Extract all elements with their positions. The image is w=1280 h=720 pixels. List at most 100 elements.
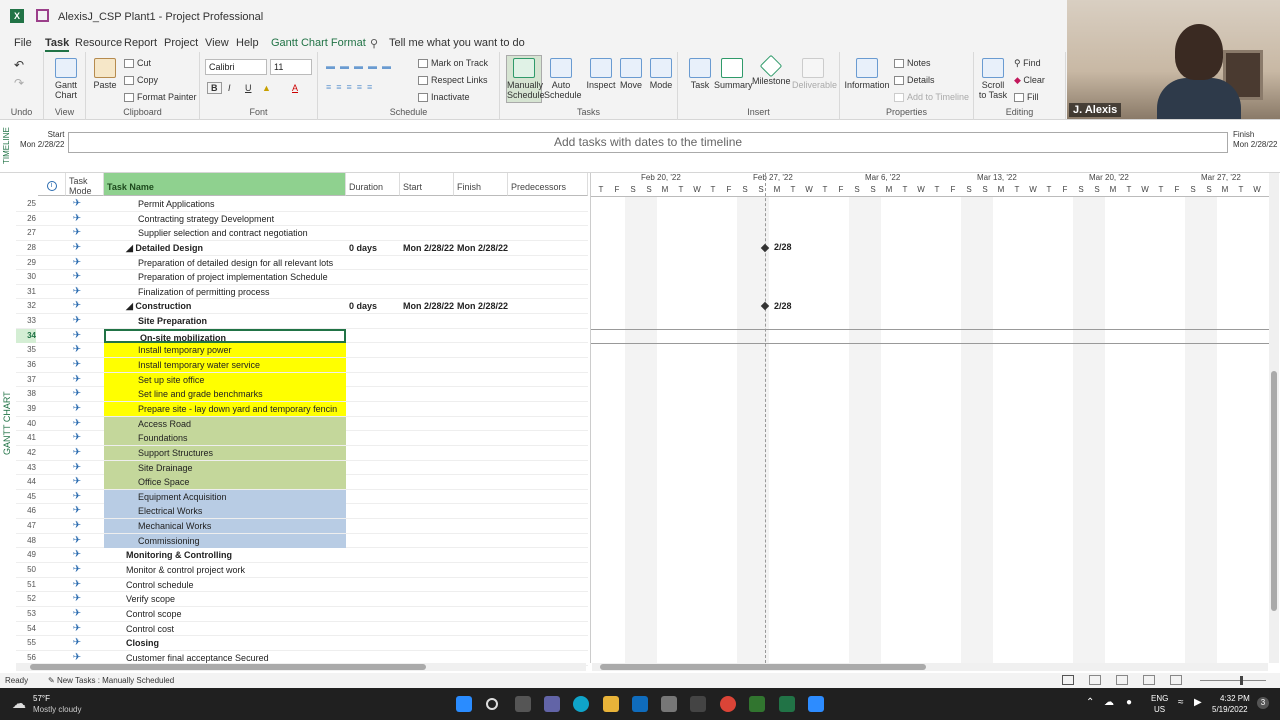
task-row[interactable]: 30 ✈ Preparation of project implementation… [16,270,588,285]
project-app-icon[interactable] [749,696,765,712]
task-row[interactable]: 33 ✈ Site Preparation [16,314,588,329]
duration-cell[interactable]: 0 days [347,241,401,255]
row-id[interactable]: 49 [16,548,36,562]
row-id[interactable]: 31 [16,285,36,299]
project-icon[interactable] [36,9,49,22]
row-id[interactable]: 37 [16,373,36,387]
chevron-up-icon[interactable]: ⌃ [1086,697,1094,708]
row-id[interactable]: 27 [16,226,36,240]
tab-resource[interactable]: Resource [75,37,122,49]
tab-help[interactable]: Help [236,37,259,49]
task-name-cell[interactable]: Verify scope [104,592,346,606]
row-id[interactable]: 44 [16,475,36,489]
task-name-cell[interactable]: Site Preparation [104,314,346,328]
start-icon[interactable] [456,696,472,712]
row-id[interactable]: 55 [16,636,36,650]
find-button[interactable]: ⚲ Find [1014,58,1041,69]
task-name-cell[interactable]: Set line and grade benchmarks [104,387,346,402]
outlook-icon[interactable] [632,696,648,712]
task-row[interactable]: 27 ✈ Supplier selection and contract negot… [16,226,588,241]
task-name-cell[interactable]: Finalization of permitting process [104,285,346,299]
task-name-cell[interactable]: Prepare site - lay down yard and tempora… [104,401,346,416]
teams-chat-icon[interactable] [544,696,560,712]
microphone-icon[interactable]: ● [1126,697,1132,708]
task-row[interactable]: 52 ✈ Verify scope [16,592,588,607]
task-row[interactable]: 39 ✈ Prepare site - lay down yard and temp… [16,401,588,417]
row-id[interactable]: 48 [16,534,36,548]
duration-column-header[interactable]: Duration [346,173,400,196]
milestone-marker[interactable]: 2/28 [760,242,792,252]
zoom-slider-thumb[interactable] [1240,676,1243,685]
start-cell[interactable]: Mon 2/28/22 [401,299,455,313]
milestone-marker[interactable]: 2/28 [760,301,792,311]
task-row[interactable]: 51 ✈ Control schedule [16,578,588,593]
task-name-cell[interactable]: Control scope [104,607,346,621]
task-name-cell[interactable]: On-site mobilization [104,328,346,343]
task-row[interactable]: 34 ✈ On-site mobilization [16,328,588,344]
row-id[interactable]: 51 [16,578,36,592]
task-name-cell[interactable]: Install temporary water service [104,358,346,373]
indent-link-icons[interactable]: ≡≡≡≡≡ [326,82,377,92]
tab-view[interactable]: View [205,37,229,49]
row-id[interactable]: 35 [16,343,36,357]
task-row[interactable]: 31 ✈ Finalization of permitting process [16,285,588,300]
task-row[interactable]: 48 ✈ Commissioning [16,533,588,549]
row-id[interactable]: 34 [16,328,36,343]
font-color-icon[interactable]: A [292,83,298,93]
row-id[interactable]: 26 [16,212,36,226]
task-row[interactable]: 26 ✈ Contracting strategy Development [16,212,588,227]
task-row[interactable]: 45 ✈ Equipment Acquisition [16,489,588,505]
font-name-select[interactable]: Calibri [205,59,267,75]
excel-taskbar-icon[interactable] [779,696,795,712]
task-name-cell[interactable]: Office Space [104,475,346,490]
underline-button[interactable]: U [245,83,252,93]
row-id[interactable]: 28 [16,241,36,255]
timeline-bar[interactable]: Add tasks with dates to the timeline [68,132,1228,153]
task-button[interactable]: Task [686,58,714,90]
redo-icon[interactable]: ↷ [14,76,24,90]
row-id[interactable]: 41 [16,431,36,445]
task-row[interactable]: 40 ✈ Access Road [16,416,588,432]
auto-schedule-button[interactable]: Auto Schedule [544,58,582,100]
task-row[interactable]: 42 ✈ Support Structures [16,445,588,461]
cut-button[interactable]: Cut [124,58,151,69]
finish-column-header[interactable]: Finish [454,173,508,196]
task-name-cell[interactable]: Monitor & control project work [104,563,346,577]
task-row[interactable]: 41 ✈ Foundations [16,431,588,446]
task-name-cell[interactable]: ◢ Construction [104,299,346,313]
task-row[interactable]: 43 ✈ Site Drainage [16,460,588,476]
volume-icon[interactable]: ▶ [1194,697,1202,708]
resource-sheet-shortcut-icon[interactable] [1143,675,1155,685]
vertical-scrollbar[interactable] [1269,173,1279,663]
task-row[interactable]: 37 ✈ Set up site office [16,372,588,388]
gantt-view-shortcut-icon[interactable] [1062,675,1074,685]
finish-cell[interactable]: Mon 2/28/22 [455,241,509,255]
highlight-icon[interactable]: ▲ [262,83,271,93]
task-usage-shortcut-icon[interactable] [1089,675,1101,685]
task-row[interactable]: 32 ✈ ◢ Construction 0 days Mon 2/28/22 Mon 2/… [16,299,588,315]
row-id[interactable]: 50 [16,563,36,577]
task-name-cell[interactable]: Supplier selection and contract negotiat… [104,226,346,240]
tab-file[interactable]: File [14,37,32,49]
task-row[interactable]: 36 ✈ Install temporary water service [16,358,588,373]
task-name-cell[interactable]: Control schedule [104,578,346,592]
region-code[interactable]: US [1154,705,1165,714]
file-explorer-icon[interactable] [603,696,619,712]
task-row[interactable]: 29 ✈ Preparation of detailed design for al… [16,256,588,271]
duration-cell[interactable]: 0 days [347,299,401,313]
tab-report[interactable]: Report [124,37,157,49]
table-horizontal-scrollbar[interactable] [16,663,586,671]
mode-button[interactable]: Mode [646,58,676,90]
task-row[interactable]: 35 ✈ Install temporary power [16,343,588,359]
task-name-cell[interactable]: Closing [104,636,346,650]
task-row[interactable]: 53 ✈ Control scope [16,607,588,622]
mark-on-track-button[interactable]: Mark on Track [418,58,488,69]
scroll-to-task-button[interactable]: Scroll to Task [978,58,1008,100]
search-icon[interactable]: ⚲ [370,37,378,50]
language-code[interactable]: ENG [1151,694,1168,703]
task-name-cell[interactable]: Permit Applications [104,197,346,211]
tell-me-search[interactable]: Tell me what you want to do [389,37,525,49]
task-name-cell[interactable]: Electrical Works [104,504,346,519]
calculator-icon[interactable] [690,696,706,712]
weather-temp[interactable]: 57°F [33,694,50,703]
